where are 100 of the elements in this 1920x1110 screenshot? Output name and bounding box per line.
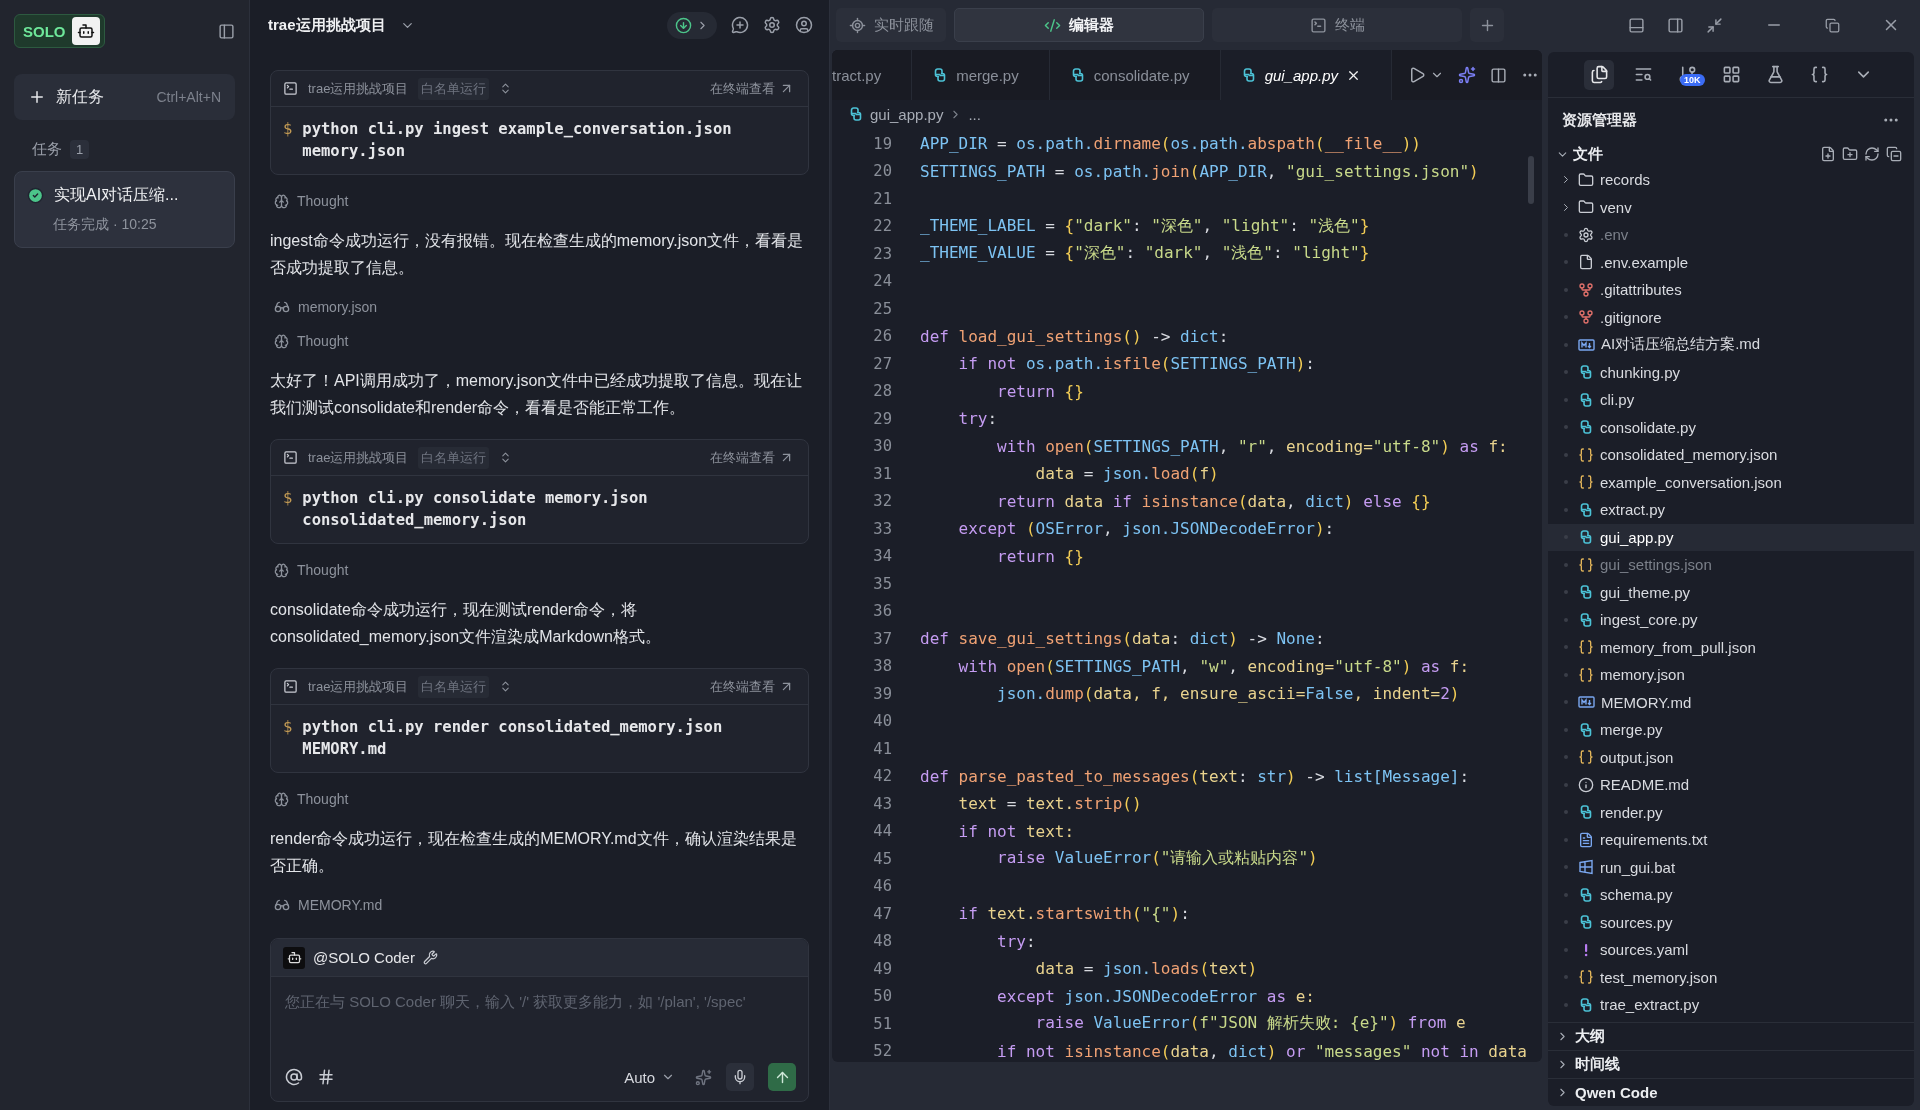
scrollbar-thumb[interactable]: [1528, 156, 1534, 204]
terminal-link[interactable]: 在终端查看: [710, 448, 794, 467]
source-control-tab[interactable]: 10K: [1672, 59, 1702, 90]
thought-label[interactable]: Thought: [297, 791, 349, 807]
refresh-icon[interactable]: [1864, 146, 1880, 162]
restore-icon[interactable]: [1825, 17, 1840, 33]
terminal-link[interactable]: 在终端查看: [710, 79, 794, 98]
file-tree-item[interactable]: records: [1548, 166, 1914, 194]
file-tree-item[interactable]: .env: [1548, 221, 1914, 249]
tools-icon[interactable]: [422, 950, 438, 965]
section-title[interactable]: 文件: [1573, 144, 1603, 164]
file-tree-item[interactable]: trae_extract.py: [1548, 991, 1914, 1019]
file-tree-item[interactable]: schema.py: [1548, 881, 1914, 909]
line-number: 31: [872, 464, 893, 483]
file-tree-item[interactable]: .gitignore: [1548, 303, 1914, 331]
file-tree-item[interactable]: .gitattributes: [1548, 276, 1914, 304]
panel-right-icon[interactable]: [1667, 16, 1684, 34]
user-icon[interactable]: [795, 16, 813, 34]
split-icon[interactable]: [1490, 66, 1508, 84]
file-tree-item[interactable]: ingest_core.py: [1548, 606, 1914, 634]
file-tree-item[interactable]: .env.example: [1548, 248, 1914, 276]
solo-logo[interactable]: SOLO: [14, 14, 105, 48]
panel-section[interactable]: 时间线: [1548, 1050, 1914, 1078]
collapse-icon[interactable]: [1886, 146, 1902, 162]
file-tree-item[interactable]: venv: [1548, 193, 1914, 221]
code-line: data = json.load(f): [1034, 464, 1219, 484]
hash-icon[interactable]: [317, 1068, 335, 1086]
file-tree-item[interactable]: consolidated_memory.json: [1548, 441, 1914, 469]
project-title[interactable]: trae运用挑战项目: [268, 15, 386, 35]
file-read[interactable]: MEMORY.md: [298, 897, 383, 913]
panel-section[interactable]: Qwen Code: [1548, 1078, 1914, 1106]
file-tree-item[interactable]: cli.py: [1548, 386, 1914, 414]
code-line: try:: [957, 409, 998, 429]
file-tree-item[interactable]: render.py: [1548, 798, 1914, 826]
file-tree-item[interactable]: extract.py: [1548, 496, 1914, 524]
view-tab[interactable]: 实时跟随: [836, 8, 946, 42]
code-line: _THEME_LABEL = {"dark": "深色", "light": "浅色"}: [920, 215, 1370, 237]
file-tree-item[interactable]: MEMORY.md: [1548, 688, 1914, 716]
command-text: python cli.py consolidate memory.json consolidated_memory.json: [302, 488, 649, 531]
model-select[interactable]: Auto: [618, 1067, 681, 1087]
settings-icon[interactable]: [763, 16, 781, 34]
file-tree-item[interactable]: gui_theme.py: [1548, 578, 1914, 606]
run-icon[interactable]: [1408, 66, 1427, 84]
file-tree-item[interactable]: gui_app.py: [1548, 523, 1914, 551]
terminal-link[interactable]: 在终端查看: [710, 677, 794, 696]
breadcrumb-item[interactable]: ...: [968, 105, 981, 123]
file-tree-item[interactable]: sources.yaml: [1548, 936, 1914, 964]
file-tree-item[interactable]: sources.py: [1548, 908, 1914, 936]
thought-label[interactable]: Thought: [297, 193, 349, 209]
file-tab[interactable]: gui_app.py: [1220, 50, 1393, 100]
file-tree-item[interactable]: merge.py: [1548, 716, 1914, 744]
code-line: except json.JSONDecodeError as e:: [996, 986, 1315, 1006]
file-tree-item[interactable]: test_memory.json: [1548, 963, 1914, 991]
folder-icon: [1578, 199, 1594, 216]
code-line: def parse_pasted_to_messages(text: str) -> list[Message]:: [920, 766, 1470, 786]
send-button[interactable]: [768, 1063, 796, 1091]
file-read[interactable]: memory.json: [298, 299, 378, 315]
star-icon[interactable]: [1458, 66, 1477, 84]
python-icon: [1578, 391, 1594, 408]
file-tree-item[interactable]: AI对话压缩总结方案.md: [1548, 331, 1914, 359]
project-name: trae运用挑战项目: [308, 677, 409, 696]
view-tab[interactable]: 编辑器: [954, 8, 1204, 42]
explorer-tab[interactable]: [1584, 59, 1614, 90]
line-number: 19: [872, 134, 893, 153]
view-tab[interactable]: 终端: [1212, 8, 1462, 42]
new-chat-icon[interactable]: [731, 16, 749, 34]
sparkle-icon[interactable]: [695, 1068, 712, 1086]
new-folder-icon[interactable]: [1842, 146, 1858, 162]
update-button[interactable]: [667, 11, 717, 39]
panel-section[interactable]: 大纲: [1548, 1022, 1914, 1050]
file-tree-item[interactable]: memory_from_pull.json: [1548, 633, 1914, 661]
code-line: return {}: [996, 546, 1084, 566]
minimize-icon[interactable]: [1706, 16, 1723, 34]
panel-bottom-icon[interactable]: [1628, 16, 1645, 34]
at-icon[interactable]: [285, 1068, 303, 1086]
file-tree-item[interactable]: example_conversation.json: [1548, 468, 1914, 496]
file-tree-item[interactable]: output.json: [1548, 743, 1914, 771]
file-tab[interactable]: tract.py: [832, 50, 913, 100]
breadcrumb-item[interactable]: gui_app.py: [870, 105, 944, 123]
file-tree-item[interactable]: memory.json: [1548, 661, 1914, 689]
task-card[interactable]: 实现AI对话压缩... 任务完成 · 10:25: [14, 171, 235, 248]
file-tree-item[interactable]: consolidate.py: [1548, 413, 1914, 441]
python-icon: [1578, 584, 1594, 601]
branch-icon: [1578, 309, 1594, 326]
mic-button[interactable]: [726, 1063, 754, 1091]
thought-label[interactable]: Thought: [297, 562, 349, 578]
sidebar-toggle-icon[interactable]: [218, 22, 235, 40]
thought-label[interactable]: Thought: [297, 333, 349, 349]
chat-input[interactable]: 您正在与 SOLO Coder 聊天，输入 '/' 获取更多能力，如 '/plan', '/spec': [271, 977, 808, 1057]
new-task-button[interactable]: 新任务 Ctrl+Alt+N: [14, 74, 235, 120]
new-file-icon[interactable]: [1820, 146, 1836, 162]
prompt-sign: $: [283, 717, 293, 738]
file-tree-item[interactable]: chunking.py: [1548, 358, 1914, 386]
file-tree-item[interactable]: run_gui.bat: [1548, 853, 1914, 881]
file-tree-item[interactable]: requirements.txt: [1548, 826, 1914, 854]
file-tree-item[interactable]: README.md: [1548, 771, 1914, 799]
agent-name[interactable]: @SOLO Coder: [313, 949, 415, 966]
braces-icon: [1578, 474, 1594, 491]
chat-composer[interactable]: @SOLO Coder 您正在与 SOLO Coder 聊天，输入 '/' 获取更多能力，如 '/plan', '/spec' Auto: [270, 938, 809, 1102]
file-tree-item[interactable]: gui_settings.json: [1548, 551, 1914, 579]
